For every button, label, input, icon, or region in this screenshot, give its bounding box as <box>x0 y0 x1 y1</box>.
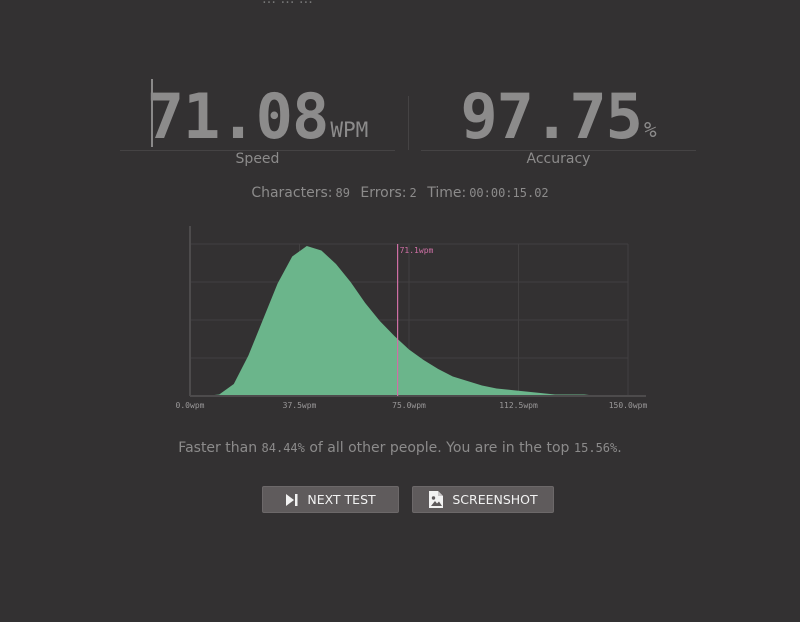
test-summary: Characters: 89 Errors: 2 Time: 00:00:15.02 <box>0 185 800 201</box>
speed-label: Speed <box>235 151 280 167</box>
speed-unit: WPM <box>330 118 369 142</box>
next-test-button[interactable]: NEXT TEST <box>262 486 399 513</box>
percentile-text: Faster than 84.44% of all other people. … <box>0 440 800 456</box>
speed-distribution-chart: 0.0wpm 37.5wpm 75.0wpm 112.5wpm 150.0wpm 71.1… <box>176 226 648 410</box>
skip-next-icon <box>285 493 299 507</box>
top-percent-value: 15.56% <box>573 441 618 455</box>
accuracy-stat: 97.75% <box>421 80 696 151</box>
x-tick-label: 150.0wpm <box>609 401 648 410</box>
image-file-icon <box>428 490 444 509</box>
accuracy-value: 97.75 <box>460 80 643 153</box>
x-tick-label: 0.0wpm <box>176 401 205 410</box>
x-tick-label: 75.0wpm <box>392 401 426 410</box>
percentile-middle: of all other people. You are in the top <box>309 440 570 456</box>
accuracy-label: Accuracy <box>526 151 591 167</box>
top-clipped-text: … … … <box>262 0 313 7</box>
user-speed-marker-label: 71.1wpm <box>400 246 434 255</box>
faster-than-value: 84.44% <box>261 441 305 455</box>
screenshot-button[interactable]: SCREENSHOT <box>412 486 554 513</box>
x-tick-label: 112.5wpm <box>499 401 538 410</box>
speed-stat: 71.08 WPM <box>120 80 395 151</box>
percentile-suffix: . <box>617 440 622 456</box>
characters-value: 89 <box>335 186 350 200</box>
next-test-label: NEXT TEST <box>307 492 376 507</box>
speed-value: 71.08 <box>146 80 330 153</box>
text-caret <box>151 79 153 147</box>
screenshot-label: SCREENSHOT <box>452 492 538 507</box>
time-label: Time: <box>427 185 467 201</box>
x-tick-label: 37.5wpm <box>283 401 317 410</box>
accuracy-unit: % <box>643 118 657 142</box>
errors-label: Errors: <box>360 185 407 201</box>
characters-label: Characters: <box>251 185 333 201</box>
stats-divider <box>408 96 409 150</box>
errors-value: 2 <box>409 186 417 200</box>
results-screen: … … … 71.08WPM Speed 97.75% Accuracy Cha… <box>0 0 800 622</box>
percentile-prefix: Faster than <box>178 440 258 456</box>
time-value: 00:00:15.02 <box>469 186 549 200</box>
